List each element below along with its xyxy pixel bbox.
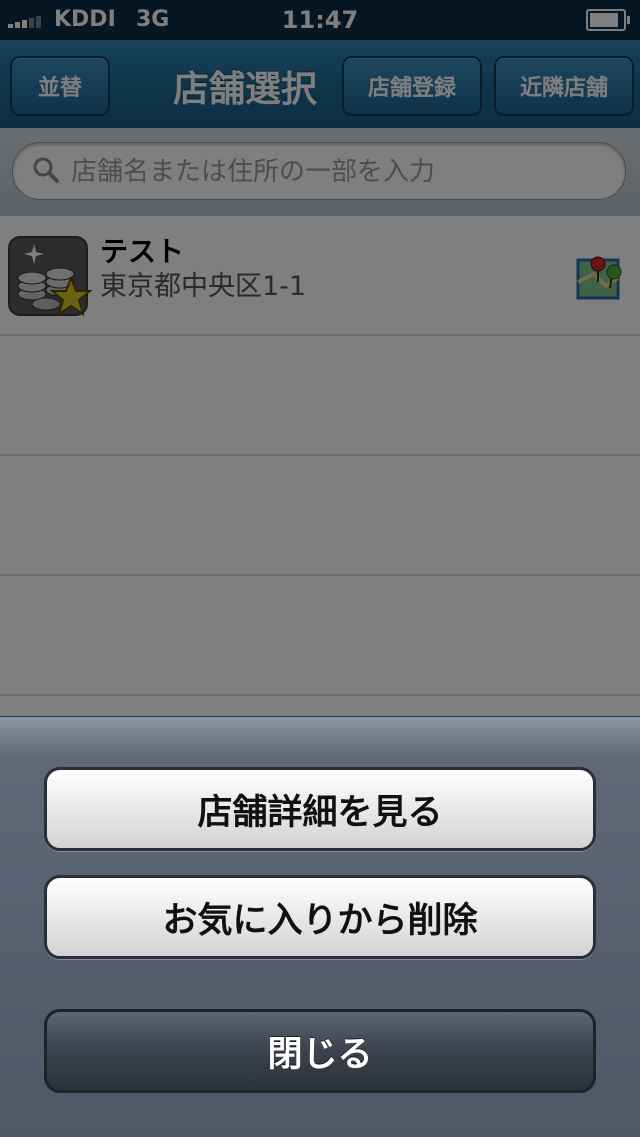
view-shop-detail-button[interactable]: 店舗詳細を見る	[44, 767, 596, 851]
action-sheet: 店舗詳細を見る お気に入りから削除 閉じる	[0, 716, 640, 1137]
app-root: KDDI 3G 11:47 並替 店舗選択 店舗登録 近隣店舗	[0, 0, 640, 1137]
remove-favorite-button[interactable]: お気に入りから削除	[44, 875, 596, 959]
modal-dim-overlay[interactable]	[0, 0, 640, 716]
close-button[interactable]: 閉じる	[44, 1009, 596, 1093]
